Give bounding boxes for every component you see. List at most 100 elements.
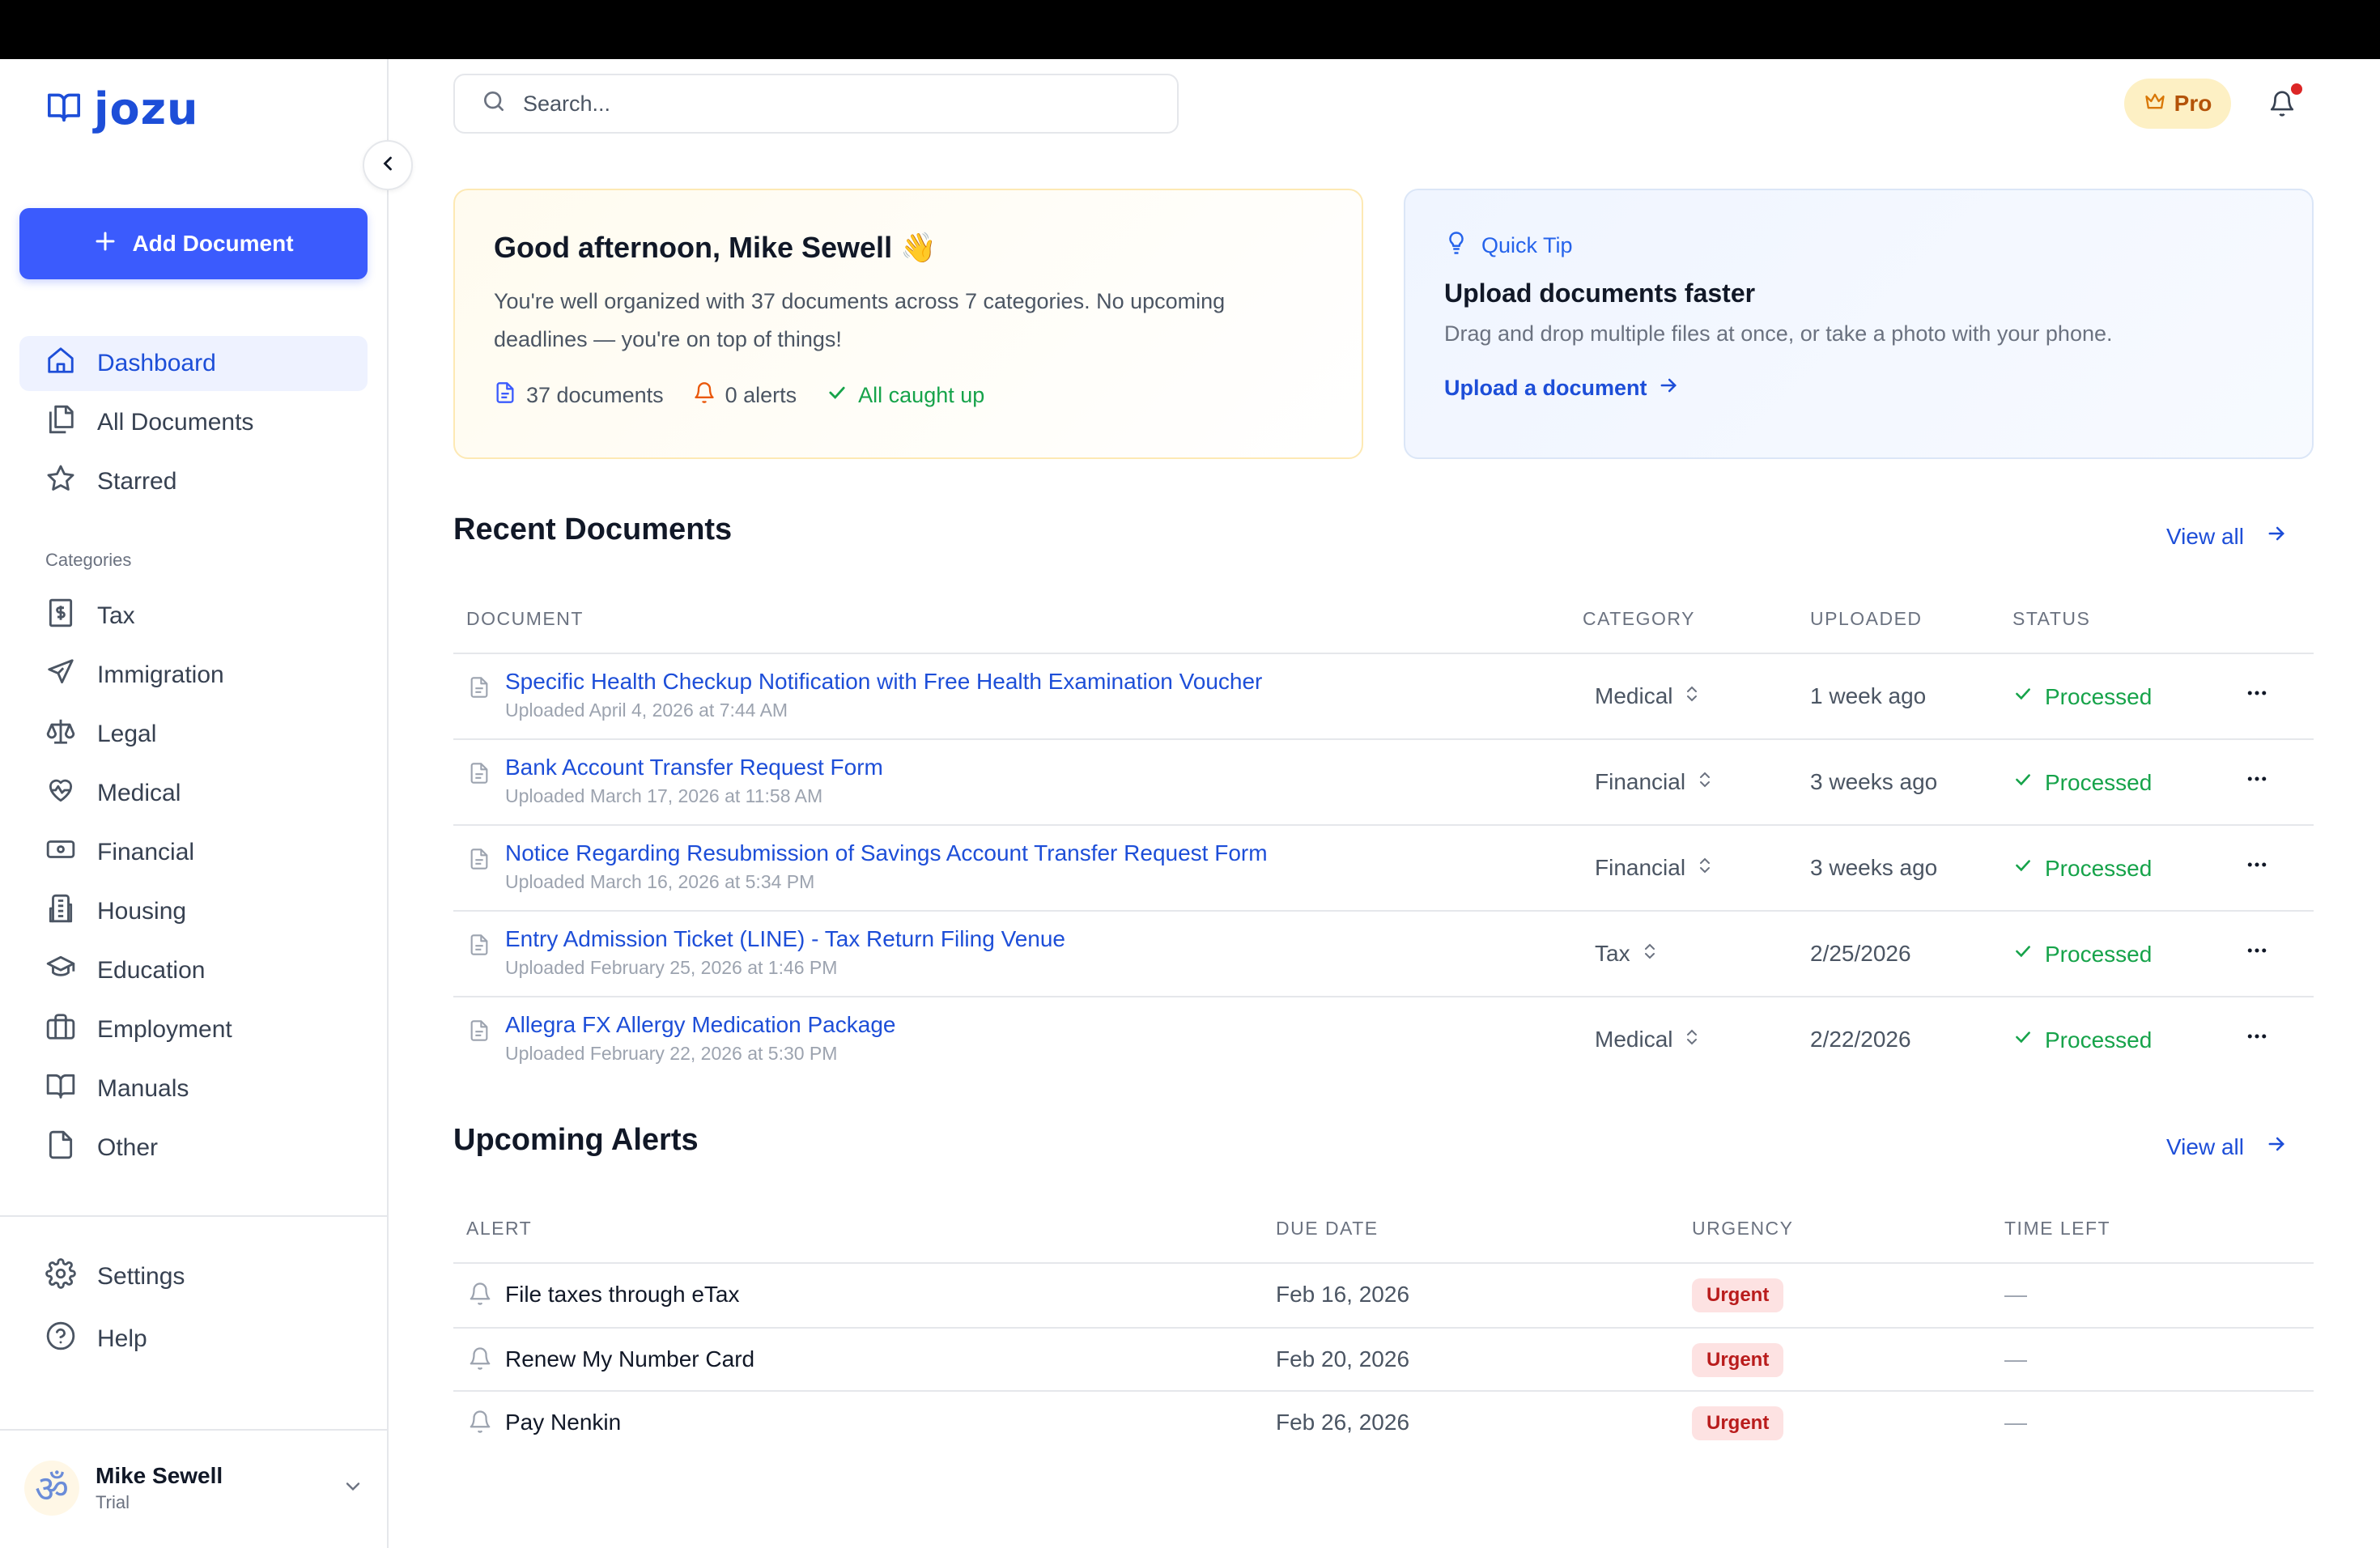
sidebar-item-housing[interactable]: Housing	[19, 884, 368, 939]
gear-icon	[45, 1258, 76, 1295]
add-document-button[interactable]: Add Document	[19, 208, 368, 279]
more-horizontal-icon	[2245, 767, 2269, 795]
recent-view-all-link[interactable]: View all	[2166, 522, 2288, 551]
sidebar-divider	[0, 1429, 389, 1431]
document-title-link[interactable]: Entry Admission Ticket (LINE) - Tax Retu…	[505, 926, 1065, 952]
table-row[interactable]: Notice Regarding Resubmission of Savings…	[453, 826, 2314, 910]
alerts-view-all-link[interactable]: View all	[2166, 1133, 2288, 1161]
chevrons-up-down-icon	[1682, 1027, 1702, 1053]
recent-documents-title: Recent Documents	[453, 512, 733, 546]
file-text-icon	[468, 761, 491, 789]
table-row[interactable]: Allegra FX Allergy Medication Package Up…	[453, 997, 2314, 1082]
category-select[interactable]: Financial	[1595, 855, 1715, 881]
sidebar-item-medical[interactable]: Medical	[19, 766, 368, 821]
upload-document-link[interactable]: Upload a document	[1444, 374, 2273, 402]
star-icon	[45, 463, 76, 500]
document-title-link[interactable]: Notice Regarding Resubmission of Savings…	[505, 840, 1268, 866]
sidebar-item-education[interactable]: Education	[19, 943, 368, 998]
search-bar[interactable]	[453, 74, 1179, 134]
column-header-uploaded: UPLOADED	[1810, 608, 1923, 629]
sidebar-item-label: Starred	[97, 468, 177, 495]
lightbulb-icon	[1444, 231, 1468, 261]
sidebar-item-employment[interactable]: Employment	[19, 1002, 368, 1057]
view-all-label: View all	[2166, 1133, 2244, 1159]
status-processed: Processed	[2012, 855, 2152, 882]
more-options-button[interactable]	[2241, 678, 2273, 711]
logo[interactable]: jozu	[45, 83, 198, 134]
more-options-button[interactable]	[2241, 850, 2273, 882]
document-upload-date: Uploaded March 17, 2026 at 11:58 AM	[505, 785, 823, 806]
category-select[interactable]: Medical	[1595, 1027, 1702, 1053]
urgency-badge: Urgent	[1692, 1278, 1784, 1312]
document-title-link[interactable]: Specific Health Checkup Notification wit…	[505, 669, 1262, 695]
sidebar-item-starred[interactable]: Starred	[19, 454, 368, 509]
sidebar-item-label: All Documents	[97, 409, 254, 436]
pro-badge-button[interactable]: Pro	[2124, 79, 2231, 129]
graduation-cap-icon	[45, 952, 76, 989]
tip-text: Drag and drop multiple files at once, or…	[1444, 321, 2113, 346]
column-header-time-left: TIME LEFT	[2004, 1218, 2111, 1239]
quick-tip-card: Quick Tip Upload documents faster Drag a…	[1404, 189, 2314, 459]
category-select[interactable]: Tax	[1595, 941, 1660, 967]
table-row[interactable]: Entry Admission Ticket (LINE) - Tax Retu…	[453, 912, 2314, 996]
alert-row[interactable]: File taxes through eTax Feb 16, 2026 Urg…	[453, 1264, 2314, 1327]
pro-label: Pro	[2174, 91, 2212, 116]
sidebar-item-dashboard[interactable]: Dashboard	[19, 336, 368, 391]
status-processed: Processed	[2012, 683, 2152, 710]
category-select[interactable]: Medical	[1595, 683, 1702, 709]
greeting-title-text: Good afternoon, Mike Sewell	[494, 231, 893, 264]
sidebar-item-manuals[interactable]: Manuals	[19, 1061, 368, 1116]
bell-icon	[468, 1346, 492, 1375]
urgency-badge: Urgent	[1692, 1343, 1784, 1377]
main-nav: Dashboard All Documents Starred	[19, 336, 368, 513]
briefcase-icon	[45, 1011, 76, 1048]
greeting-card: Good afternoon, Mike Sewell 👋 You're wel…	[453, 189, 1363, 459]
alert-name: Renew My Number Card	[505, 1346, 755, 1372]
alert-row[interactable]: Renew My Number Card Feb 20, 2026 Urgent…	[453, 1329, 2314, 1392]
sidebar-item-label: Medical	[97, 780, 181, 806]
check-icon	[2012, 941, 2034, 968]
table-row[interactable]: Bank Account Transfer Request Form Uploa…	[453, 740, 2314, 824]
sidebar-item-label: Other	[97, 1134, 159, 1161]
sidebar-item-tax[interactable]: Tax	[19, 589, 368, 644]
alert-row[interactable]: Pay Nenkin Feb 26, 2026 Urgent —	[453, 1392, 2314, 1455]
user-plan: Trial	[96, 1492, 130, 1512]
status-label: Processed	[2045, 855, 2153, 881]
status-label: Processed	[2045, 1027, 2153, 1053]
table-row[interactable]: Specific Health Checkup Notification wit…	[453, 654, 2314, 738]
search-input[interactable]	[523, 91, 1138, 117]
category-select[interactable]: Financial	[1595, 769, 1715, 795]
check-icon	[2012, 769, 2034, 796]
sidebar-item-other[interactable]: Other	[19, 1121, 368, 1176]
sidebar-item-label: Help	[97, 1325, 147, 1352]
urgency-badge: Urgent	[1692, 1406, 1784, 1440]
column-header-due-date: DUE DATE	[1276, 1218, 1379, 1239]
sidebar-item-legal[interactable]: Legal	[19, 707, 368, 762]
sidebar-item-all-documents[interactable]: All Documents	[19, 395, 368, 450]
upcoming-alerts-title: Upcoming Alerts	[453, 1123, 699, 1157]
time-left: —	[2004, 1282, 2027, 1307]
view-all-label: View all	[2166, 523, 2244, 549]
sidebar-item-settings[interactable]: Settings	[19, 1249, 368, 1304]
more-options-button[interactable]	[2241, 1022, 2273, 1054]
upload-document-link-label: Upload a document	[1444, 376, 1647, 400]
document-title-link[interactable]: Allegra FX Allergy Medication Package	[505, 1012, 895, 1038]
app: jozu Add Document Dashboard All Document…	[0, 59, 2380, 1548]
user-menu[interactable]: ॐ Mike Sewell Trial	[24, 1452, 364, 1525]
column-header-document: DOCUMENT	[466, 608, 584, 629]
arrow-right-icon	[2265, 1133, 2288, 1161]
more-options-button[interactable]	[2241, 764, 2273, 797]
time-left: —	[2004, 1346, 2027, 1372]
collapse-sidebar-button[interactable]	[363, 140, 413, 190]
document-title-link[interactable]: Bank Account Transfer Request Form	[505, 755, 883, 780]
sidebar-item-help[interactable]: Help	[19, 1312, 368, 1367]
sidebar-item-label: Dashboard	[97, 350, 216, 376]
more-options-button[interactable]	[2241, 936, 2273, 968]
sidebar-item-immigration[interactable]: Immigration	[19, 648, 368, 703]
chevrons-up-down-icon	[1695, 769, 1715, 795]
uploaded-date: 2/22/2026	[1810, 1027, 1911, 1052]
sidebar-item-financial[interactable]: Financial	[19, 825, 368, 880]
top-black-bar	[0, 0, 2380, 59]
more-horizontal-icon	[2245, 853, 2269, 881]
check-icon	[2012, 1027, 2034, 1053]
